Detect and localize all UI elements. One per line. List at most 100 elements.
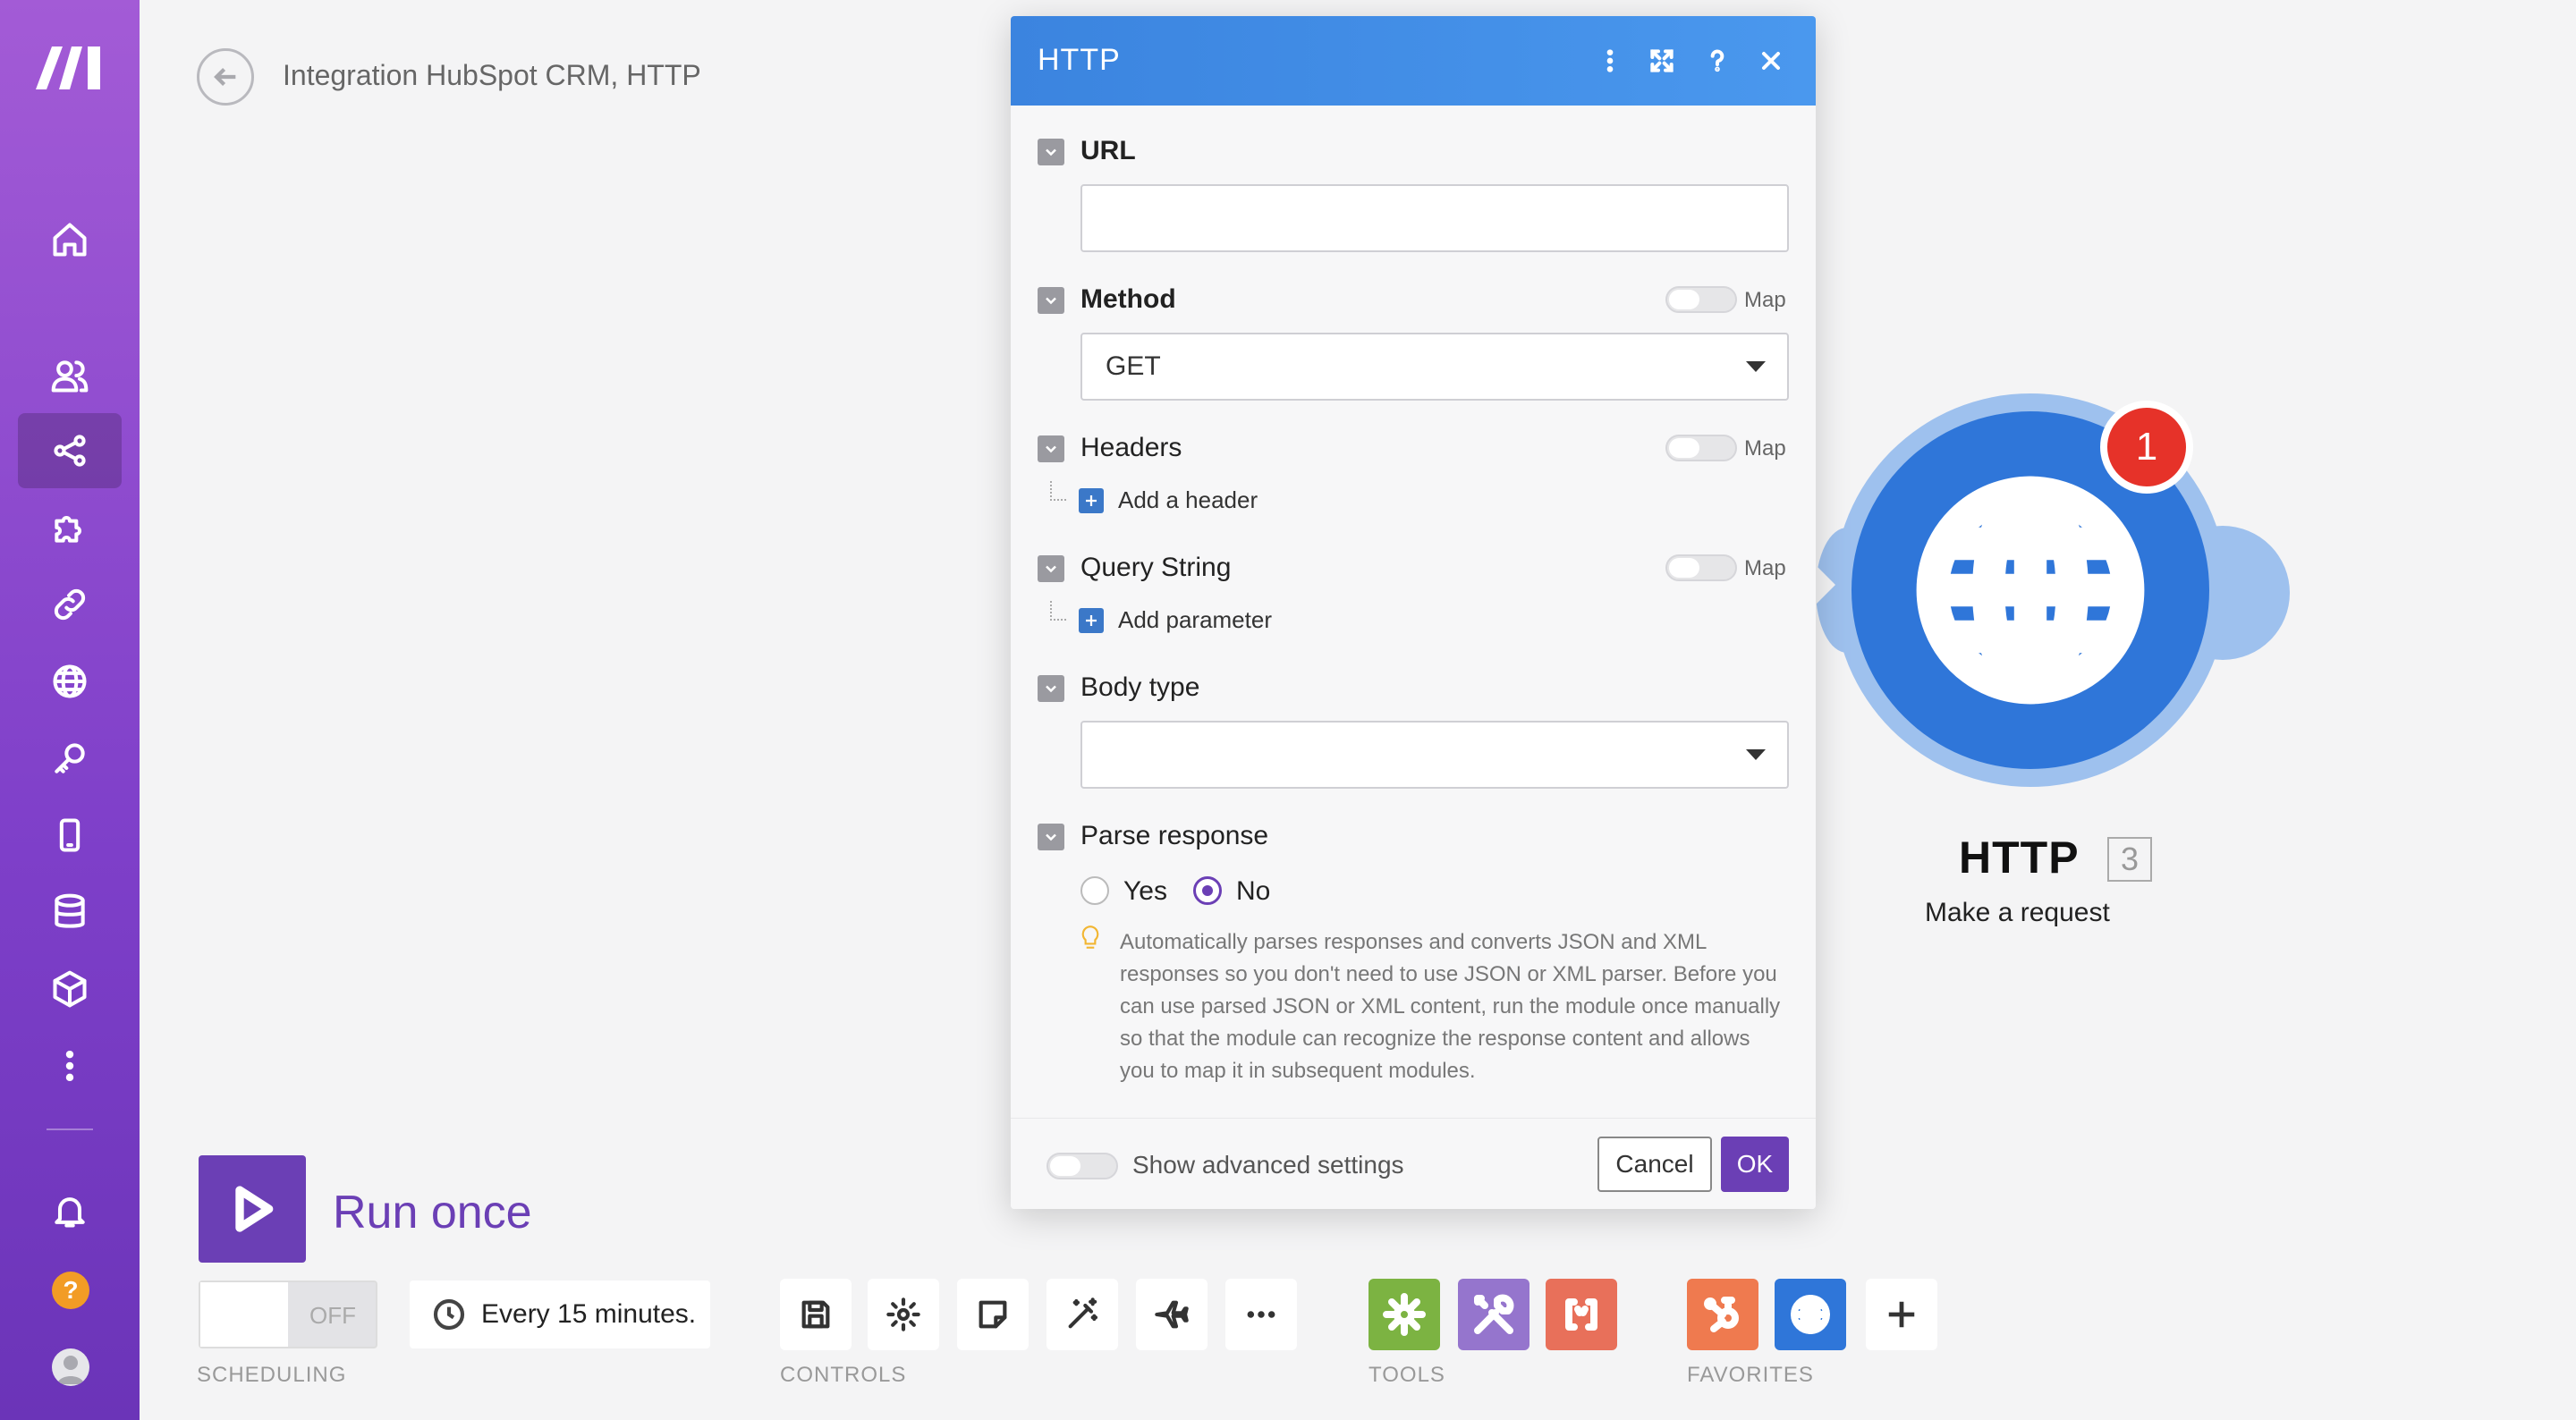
dialog-menu-button[interactable] (1592, 43, 1628, 79)
cancel-button[interactable]: Cancel (1597, 1137, 1712, 1192)
module-badge: 1 (2100, 401, 2193, 494)
module-id: 3 (2107, 837, 2152, 882)
parse-yes-label[interactable]: Yes (1123, 876, 1167, 907)
tool-text-parser[interactable] (1546, 1279, 1617, 1350)
favorite-http[interactable] (1775, 1279, 1846, 1350)
arrow-left-icon (214, 67, 236, 87)
run-once-label[interactable]: Run once (333, 1186, 532, 1239)
sidebar-item-devices[interactable] (18, 798, 122, 873)
sidebar-item-home[interactable] (18, 202, 122, 277)
parse-no-label[interactable]: No (1236, 876, 1270, 907)
query-label: Query String (1080, 553, 1232, 582)
module-name: HTTP (1959, 833, 2080, 883)
chevron-down-icon (1046, 445, 1056, 453)
headers-label: Headers (1080, 433, 1182, 462)
parse-response-label: Parse response (1080, 821, 1269, 850)
body-type-label: Body type (1080, 672, 1200, 702)
run-once-button[interactable] (199, 1155, 306, 1263)
plus-icon[interactable] (1079, 608, 1104, 633)
url-input[interactable] (1080, 184, 1789, 252)
tool-tools[interactable] (1458, 1279, 1530, 1350)
dialog-help-button[interactable] (1699, 43, 1735, 79)
schedule-interval-button[interactable]: Every 15 minutes. (410, 1281, 710, 1348)
caret-down-icon (1746, 361, 1766, 372)
scenario-title[interactable]: Integration HubSpot CRM, HTTP (283, 59, 701, 92)
http-module-dialog: HTTP URL Method Map GET Headers Map Add … (1011, 16, 1816, 1209)
chevron-down-icon (1046, 685, 1056, 693)
make-logo-icon[interactable] (32, 39, 107, 93)
add-favorite-button[interactable] (1866, 1279, 1937, 1350)
schedule-interval: Every 15 minutes. (481, 1299, 697, 1329)
dialog-close-button[interactable] (1753, 43, 1789, 79)
http-module[interactable]: 1 (1816, 393, 2290, 814)
sidebar-item-connections[interactable] (18, 567, 122, 642)
toggle-knob (200, 1282, 288, 1347)
add-parameter-link[interactable]: Add parameter (1118, 606, 1272, 634)
sidebar-item-team[interactable] (18, 338, 122, 413)
sidebar: ? (0, 0, 140, 1420)
scheduling-label: SCHEDULING (197, 1363, 347, 1387)
plus-icon[interactable] (1079, 488, 1104, 513)
method-map-label: Map (1744, 288, 1786, 312)
save-button[interactable] (780, 1279, 852, 1350)
sidebar-item-keys[interactable] (18, 721, 122, 796)
question-icon (1710, 49, 1724, 72)
chevron-down-icon (1046, 565, 1056, 573)
parse-response-checkbox[interactable] (1038, 824, 1064, 850)
explain-flow-button[interactable] (1136, 1279, 1208, 1350)
advanced-settings-label[interactable]: Show advanced settings (1132, 1151, 1404, 1179)
parse-no-radio[interactable] (1193, 876, 1222, 905)
toggle-state: OFF (309, 1302, 356, 1329)
link-icon (54, 588, 86, 621)
url-checkbox[interactable] (1038, 139, 1064, 165)
sidebar-item-datastructures[interactable] (18, 951, 122, 1027)
puzzle-icon (55, 516, 81, 543)
more-controls-button[interactable] (1225, 1279, 1297, 1350)
add-header-link[interactable]: Add a header (1118, 486, 1258, 514)
headers-map-label: Map (1744, 436, 1786, 461)
query-checkbox[interactable] (1038, 555, 1064, 582)
note-icon (979, 1300, 1007, 1329)
method-map-toggle[interactable] (1665, 286, 1737, 313)
headers-map-toggle[interactable] (1665, 435, 1737, 461)
hubspot-icon (1704, 1297, 1739, 1332)
globe-icon (53, 664, 87, 698)
sidebar-item-scenarios[interactable] (18, 413, 122, 488)
headers-checkbox[interactable] (1038, 435, 1064, 462)
body-type-checkbox[interactable] (1038, 675, 1064, 702)
sidebar-item-webhooks[interactable] (18, 644, 122, 719)
airplane-icon (1155, 1300, 1189, 1329)
method-label: Method (1080, 284, 1176, 314)
magic-wand-icon (1068, 1297, 1098, 1329)
more-horizontal-icon (1247, 1311, 1275, 1318)
auto-align-button[interactable] (1046, 1279, 1118, 1350)
help-icon[interactable]: ? (52, 1272, 89, 1309)
module-input-notch (1816, 565, 1835, 604)
tree-connector (1050, 601, 1066, 621)
notes-button[interactable] (957, 1279, 1029, 1350)
method-select[interactable]: GET (1080, 333, 1789, 401)
sidebar-item-apps[interactable] (18, 490, 122, 565)
ok-button[interactable]: OK (1721, 1137, 1789, 1192)
dialog-expand-button[interactable] (1644, 43, 1680, 79)
settings-button[interactable] (868, 1279, 939, 1350)
dialog-header: HTTP (1011, 16, 1816, 106)
dialog-footer: Show advanced settings Cancel OK (1011, 1118, 1816, 1209)
advanced-settings-toggle[interactable] (1046, 1153, 1118, 1179)
module-action: Make a request (1925, 898, 2110, 927)
sidebar-item-more[interactable] (18, 1028, 122, 1103)
method-checkbox[interactable] (1038, 287, 1064, 314)
scheduling-toggle[interactable]: OFF (199, 1281, 377, 1348)
favorite-hubspot[interactable] (1687, 1279, 1758, 1350)
tool-flow-control[interactable] (1368, 1279, 1440, 1350)
sidebar-item-datastores[interactable] (18, 875, 122, 950)
query-map-toggle[interactable] (1665, 554, 1737, 581)
back-button[interactable] (197, 48, 254, 106)
chevron-down-icon (1046, 833, 1056, 841)
body-type-select[interactable] (1080, 721, 1789, 789)
parse-yes-radio[interactable] (1080, 876, 1109, 905)
avatar[interactable] (52, 1348, 89, 1386)
sidebar-divider (47, 1128, 93, 1130)
sidebar-item-notifications[interactable] (18, 1173, 122, 1248)
save-icon (801, 1300, 830, 1329)
